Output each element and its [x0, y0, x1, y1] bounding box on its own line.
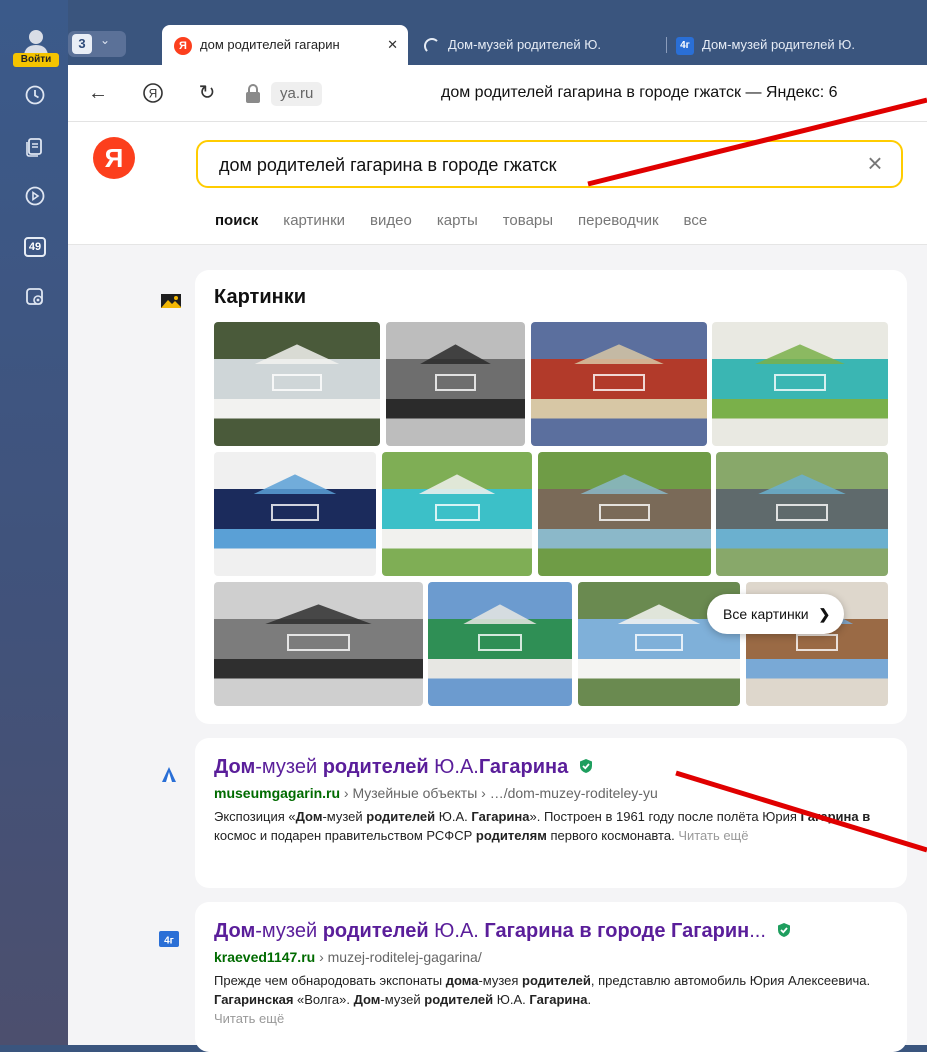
- loading-icon: [424, 37, 440, 54]
- read-more-link[interactable]: Читать ещё: [214, 1011, 284, 1026]
- result-url[interactable]: museumgagarin.ru › Музейные объекты › …/…: [214, 785, 658, 801]
- browser-viewport: ← Я ↻ ya.ru дом родителей гагарина в гор…: [68, 65, 927, 1052]
- url-chip[interactable]: ya.ru: [271, 82, 323, 106]
- search-tabs: поиск картинки видео карты товары перево…: [215, 212, 732, 236]
- result-path: › muzej-roditelej-gagarina/: [315, 949, 482, 965]
- images-title[interactable]: Картинки: [214, 286, 306, 309]
- sidebar-rail: Войти 49: [0, 0, 68, 1045]
- clear-icon[interactable]: ×: [863, 150, 887, 176]
- tabs-count-button[interactable]: 3 ⌄: [68, 31, 126, 57]
- reload-icon[interactable]: ↻: [195, 81, 219, 105]
- image-thumbnail[interactable]: [214, 452, 376, 576]
- chevron-down-icon: ⌄: [100, 33, 111, 47]
- image-thumbnail[interactable]: [214, 582, 423, 706]
- tab-video[interactable]: видео: [370, 212, 412, 229]
- tab-translator[interactable]: переводчик: [578, 212, 658, 229]
- verified-icon: [580, 759, 593, 773]
- image-thumbnail[interactable]: [712, 322, 888, 446]
- yandex-icon: Я: [174, 36, 192, 55]
- image-thumbnail[interactable]: [531, 322, 707, 446]
- chevron-right-icon: ❯: [818, 606, 831, 622]
- login-button[interactable]: Войти: [13, 27, 59, 67]
- tab-item[interactable]: Дом-музей родителей Ю.: [420, 25, 660, 65]
- museum-icon: [162, 767, 176, 782]
- tab-maps[interactable]: карты: [437, 212, 478, 229]
- images-card: Картинки Все картинки ❯: [195, 270, 907, 724]
- yandex-home-icon[interactable]: Я: [141, 81, 165, 105]
- tab-all[interactable]: все: [684, 212, 708, 229]
- result-title[interactable]: Дом-музей родителей Ю.А.Гагарина: [214, 756, 594, 779]
- result-url[interactable]: kraeved1147.ru › muzej-roditelej-gagarin…: [214, 949, 482, 965]
- tab-search[interactable]: поиск: [215, 212, 258, 229]
- tab-products[interactable]: товары: [503, 212, 553, 229]
- page-title[interactable]: дом родителей гагарина в городе гжатск —…: [441, 65, 837, 121]
- tab-strip: 3 ⌄ Ядом родителей гагарин ✕ Дом-музей р…: [68, 25, 927, 65]
- tab-title: Дом-музей родителей Ю.: [448, 37, 602, 52]
- kraeved-icon: 4г: [676, 36, 694, 55]
- result-snippet: Прежде чем обнародовать экспонаты дома-м…: [214, 973, 871, 1026]
- tab-images[interactable]: картинки: [283, 212, 345, 229]
- back-icon[interactable]: ←: [86, 81, 110, 105]
- svg-text:4г: 4г: [164, 936, 174, 947]
- tab-item[interactable]: 4г Дом-музей родителей Ю.: [676, 25, 927, 65]
- image-thumbnail[interactable]: [214, 322, 380, 446]
- yandex-logo[interactable]: Я: [93, 137, 135, 179]
- tab-title: Дом-музей родителей Ю.: [702, 37, 856, 52]
- video-icon[interactable]: [24, 185, 46, 207]
- result-title[interactable]: Дом-музей родителей Ю.А. Гагарина в горо…: [214, 920, 792, 943]
- lock-icon[interactable]: [244, 83, 262, 105]
- image-thumbnail[interactable]: [428, 582, 572, 706]
- svg-text:Я: Я: [149, 87, 158, 101]
- all-images-label: Все картинки: [723, 606, 809, 622]
- result-path: › Музейные объекты › …/dom-muzey-roditel…: [340, 785, 658, 801]
- address-bar: ← Я ↻ ya.ru дом родителей гагарина в гор…: [68, 65, 927, 122]
- verified-icon: [777, 923, 790, 937]
- image-thumbnail[interactable]: [386, 322, 525, 446]
- result-snippet: Экспозиция «Дом-музей родителей Ю.А. Гаг…: [214, 809, 871, 843]
- screenshot-icon[interactable]: [24, 286, 46, 308]
- images-icon: [161, 294, 181, 308]
- tab-divider: [666, 37, 667, 53]
- close-tab-icon[interactable]: ✕: [387, 25, 398, 65]
- history-icon[interactable]: [24, 84, 46, 106]
- result-host: kraeved1147.ru: [214, 949, 316, 965]
- search-box[interactable]: ×: [196, 140, 903, 188]
- search-input[interactable]: [217, 142, 861, 188]
- tabs-count: 3: [72, 34, 92, 54]
- search-header: Я × поиск картинки видео карты товары пе…: [68, 122, 927, 245]
- all-images-button[interactable]: Все картинки ❯: [707, 594, 845, 634]
- read-more-link[interactable]: Читать ещё: [678, 828, 748, 843]
- kraeved-icon: 4г: [159, 931, 179, 947]
- image-thumbnail[interactable]: [538, 452, 711, 576]
- tab-title: дом родителей гагарин: [200, 37, 340, 52]
- collections-icon[interactable]: [24, 136, 46, 158]
- login-label: Войти: [13, 53, 59, 67]
- image-thumbnail[interactable]: [382, 452, 532, 576]
- image-thumbnail[interactable]: [716, 452, 888, 576]
- tab-active[interactable]: Ядом родителей гагарин ✕: [162, 25, 408, 65]
- result-host: museumgagarin.ru: [214, 785, 341, 801]
- counter-badge[interactable]: 49: [24, 237, 46, 257]
